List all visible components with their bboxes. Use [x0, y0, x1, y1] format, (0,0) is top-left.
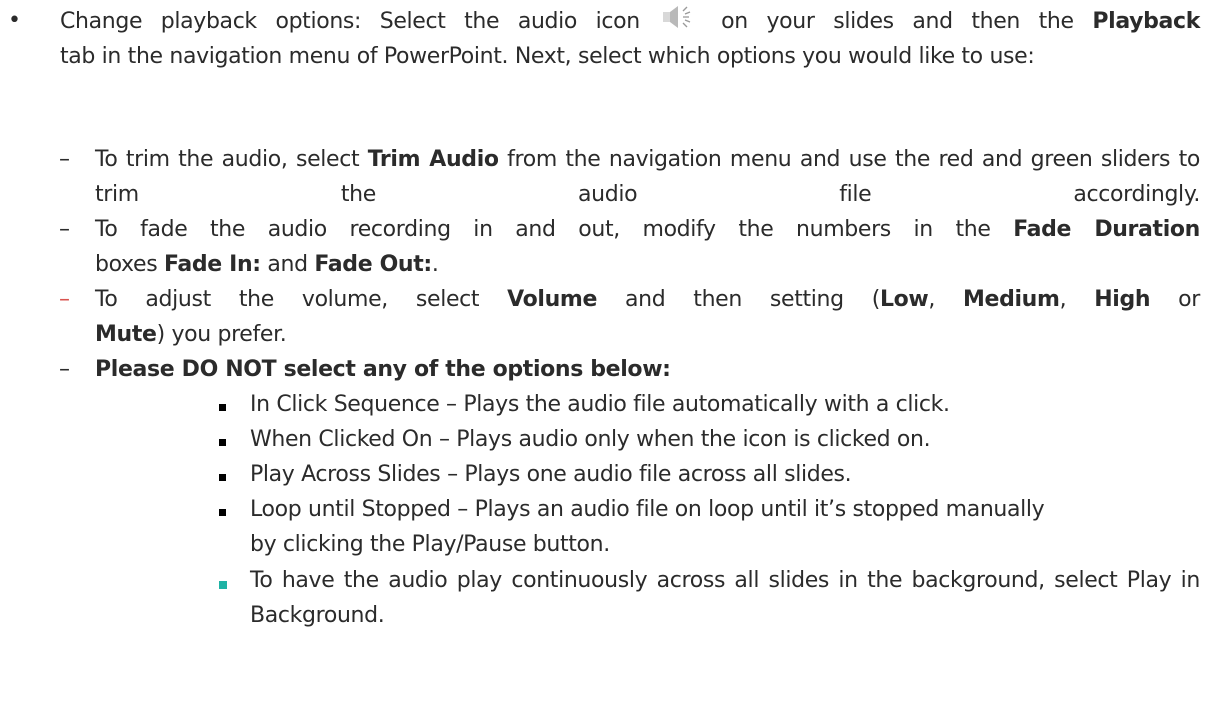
option-item-2: When Clicked On – Plays audio only when …	[250, 427, 931, 452]
do-not-select-label: Please DO NOT select any of the options …	[95, 357, 671, 382]
option-item-background: To have the audio play continuously acro…	[250, 568, 1200, 628]
square-bullet	[219, 474, 226, 481]
sub-item-trim: – To trim the audio, select Trim Audio f…	[59, 142, 1200, 212]
low-label: Low	[879, 287, 929, 312]
volume-label: Volume	[507, 287, 598, 312]
trim-audio-label: Trim Audio	[367, 147, 499, 172]
dash-bullet: –	[59, 147, 70, 172]
main-bullet-dot: •	[8, 8, 21, 33]
main-after-icon: on your slides and then the	[721, 9, 1074, 34]
high-label: High	[1094, 287, 1151, 312]
speaker-icon	[662, 6, 690, 28]
sub-item-text: To fade the audio recording in and out, …	[95, 217, 1200, 277]
dash-bullet: –	[59, 217, 70, 242]
mute-label: Mute	[95, 322, 157, 347]
fade-duration-label: Fade Duration	[1013, 217, 1200, 242]
sub-item-text: Please DO NOT select any of the options …	[95, 352, 1200, 387]
main-rest: tab in the navigation menu of PowerPoint…	[60, 44, 1035, 69]
dash-bullet-accent: –	[59, 287, 70, 312]
medium-label: Medium	[962, 287, 1060, 312]
square-bullet-teal	[219, 581, 227, 589]
main-bullet-text: Change playback options: Select the audi…	[60, 4, 1200, 74]
square-bullet	[219, 404, 226, 411]
option-item-3: Play Across Slides – Plays one audio fil…	[250, 462, 852, 487]
playback-tab-label: Playback	[1092, 9, 1200, 34]
sub-item-text: To trim the audio, select Trim Audio fro…	[95, 147, 1200, 207]
square-bullet	[219, 509, 226, 516]
sub-item-text: To adjust the volume, select Volume and …	[95, 287, 1200, 347]
square-bullet	[219, 439, 226, 446]
option-item-1: In Click Sequence – Plays the audio file…	[250, 392, 950, 417]
sub-item-warning: – Please DO NOT select any of the option…	[59, 352, 1200, 387]
main-lead: Change playback options: Select the audi…	[60, 9, 640, 34]
sub-item-volume: – To adjust the volume, select Volume an…	[59, 282, 1200, 352]
dash-bullet: –	[59, 357, 70, 382]
option-item-4: Loop until Stopped – Plays an audio file…	[250, 497, 1045, 557]
sub-item-fade: – To fade the audio recording in and out…	[59, 212, 1200, 282]
document-page: • Change playback options: Select the au…	[0, 0, 1222, 706]
fade-in-label: Fade In:	[164, 252, 261, 277]
fade-out-label: Fade Out:	[314, 252, 432, 277]
